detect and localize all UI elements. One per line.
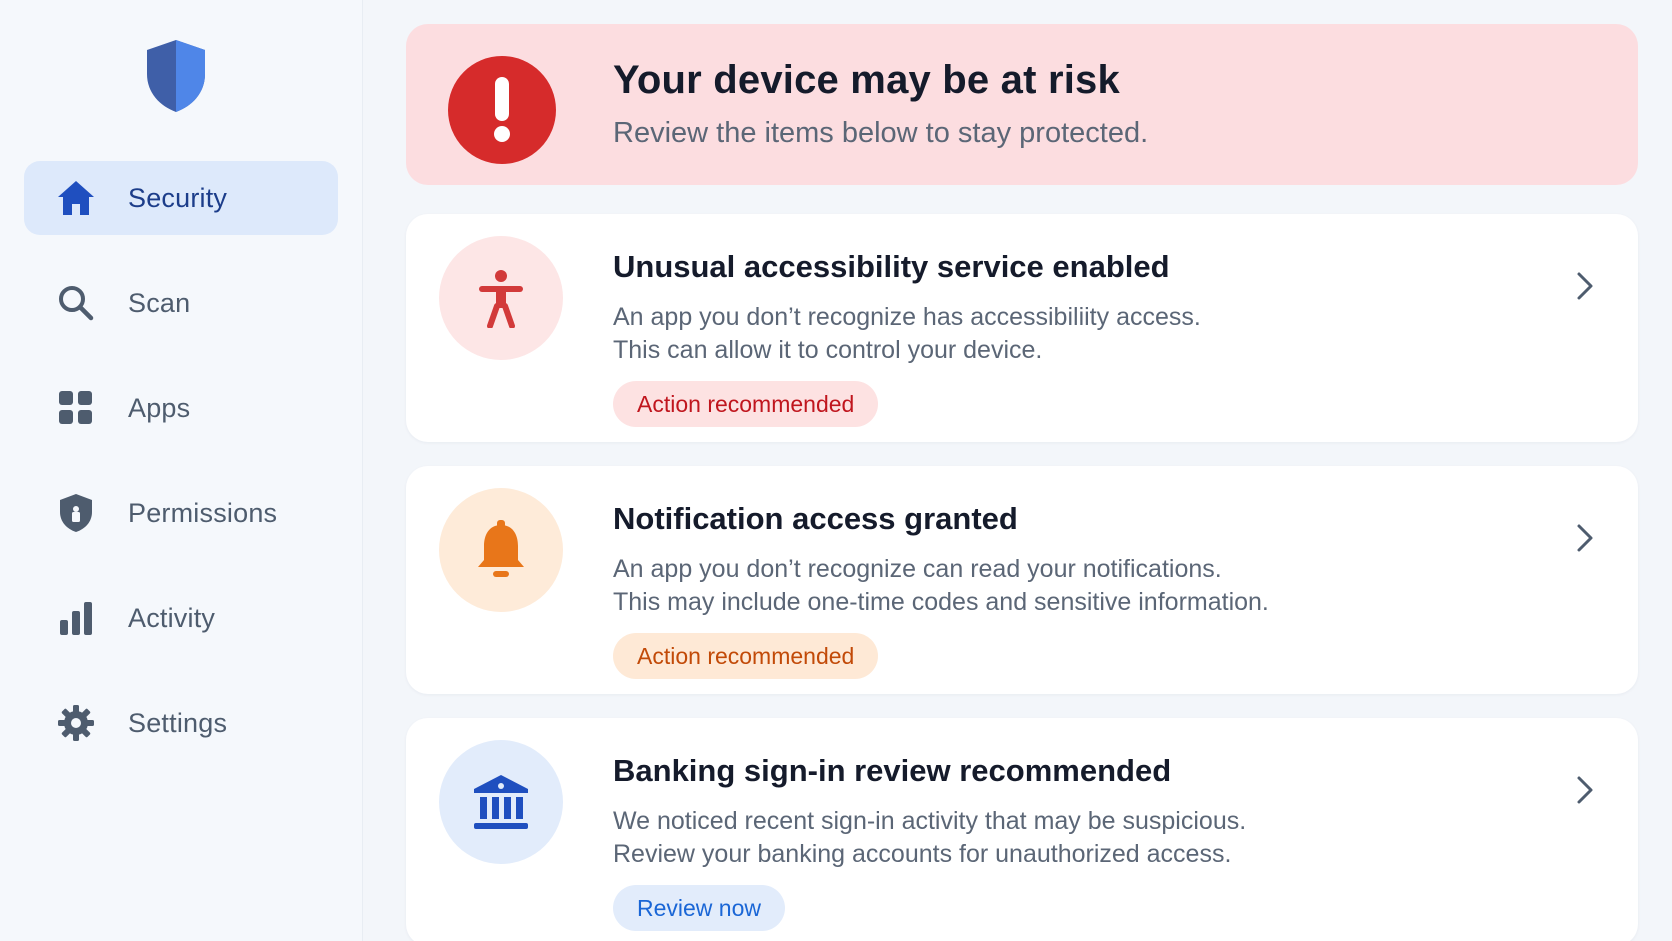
chevron-right-icon[interactable] <box>1570 518 1600 558</box>
sidebar-item-apps[interactable]: Apps <box>24 371 338 445</box>
issue-card-banking[interactable]: Banking sign-in review recommended We no… <box>406 718 1638 941</box>
card-body: Notification access granted An app you d… <box>613 501 1513 679</box>
issue-card-notification[interactable]: Notification access granted An app you d… <box>406 466 1638 694</box>
card-body: Banking sign-in review recommended We no… <box>613 753 1513 931</box>
alert-title: Your device may be at risk <box>613 58 1120 102</box>
shield-lock-icon <box>54 491 98 535</box>
home-icon <box>54 176 98 220</box>
sidebar-item-activity[interactable]: Activity <box>24 581 338 655</box>
sidebar-item-label: Apps <box>128 392 191 423</box>
exclamation-icon <box>448 56 556 164</box>
sidebar-item-scan[interactable]: Scan <box>24 266 338 340</box>
sidebar-nav: Security Scan Apps Permissions Activity … <box>24 161 338 791</box>
action-recommended-badge[interactable]: Action recommended <box>613 381 879 427</box>
accessibility-icon <box>439 236 563 360</box>
search-icon <box>54 281 98 325</box>
bar-chart-icon <box>54 596 98 640</box>
card-description-line: Review your banking accounts for unautho… <box>613 840 1232 868</box>
gear-icon <box>54 701 98 745</box>
sidebar-item-permissions[interactable]: Permissions <box>24 476 338 550</box>
card-description-line: This may include one-time codes and sens… <box>613 588 1269 616</box>
bell-icon <box>439 488 563 612</box>
action-recommended-badge[interactable]: Action recommended <box>613 633 879 679</box>
risk-alert-banner: Your device may be at risk Review the it… <box>406 24 1638 185</box>
sidebar-item-label: Settings <box>128 707 228 738</box>
review-now-button[interactable]: Review now <box>613 885 785 931</box>
card-description-line: An app you don’t recognize can read your… <box>613 555 1222 583</box>
sidebar: Security Scan Apps Permissions Activity … <box>0 0 363 941</box>
alert-subtitle: Review the items below to stay protected… <box>613 117 1149 149</box>
card-description: An app you don’t recognize has accessibi… <box>613 301 1513 367</box>
alert-text: Your device may be at risk Review the it… <box>613 58 1148 150</box>
sidebar-item-label: Security <box>128 182 228 213</box>
app-window: Security Scan Apps Permissions Activity … <box>0 0 1672 941</box>
main-content: Your device may be at risk Review the it… <box>406 24 1638 941</box>
card-description-line: An app you don’t recognize has accessibi… <box>613 303 1201 331</box>
sidebar-item-label: Activity <box>128 602 216 633</box>
bank-icon <box>439 740 563 864</box>
chevron-right-icon[interactable] <box>1570 266 1600 306</box>
card-title: Notification access granted <box>613 501 1018 536</box>
card-description-line: This can allow it to control your device… <box>613 336 1043 364</box>
sidebar-item-label: Scan <box>128 287 191 318</box>
sidebar-item-settings[interactable]: Settings <box>24 686 338 760</box>
card-title: Unusual accessibility service enabled <box>613 249 1170 284</box>
sidebar-item-security[interactable]: Security <box>24 161 338 235</box>
shield-logo-icon <box>143 38 209 114</box>
chevron-right-icon[interactable] <box>1570 770 1600 810</box>
card-description: We noticed recent sign-in activity that … <box>613 805 1513 871</box>
card-body: Unusual accessibility service enabled An… <box>613 249 1513 427</box>
issue-card-accessibility[interactable]: Unusual accessibility service enabled An… <box>406 214 1638 442</box>
grid-icon <box>54 386 98 430</box>
card-description-line: We noticed recent sign-in activity that … <box>613 807 1247 835</box>
card-title: Banking sign-in review recommended <box>613 753 1172 788</box>
card-description: An app you don’t recognize can read your… <box>613 553 1513 619</box>
sidebar-item-label: Permissions <box>128 497 278 528</box>
